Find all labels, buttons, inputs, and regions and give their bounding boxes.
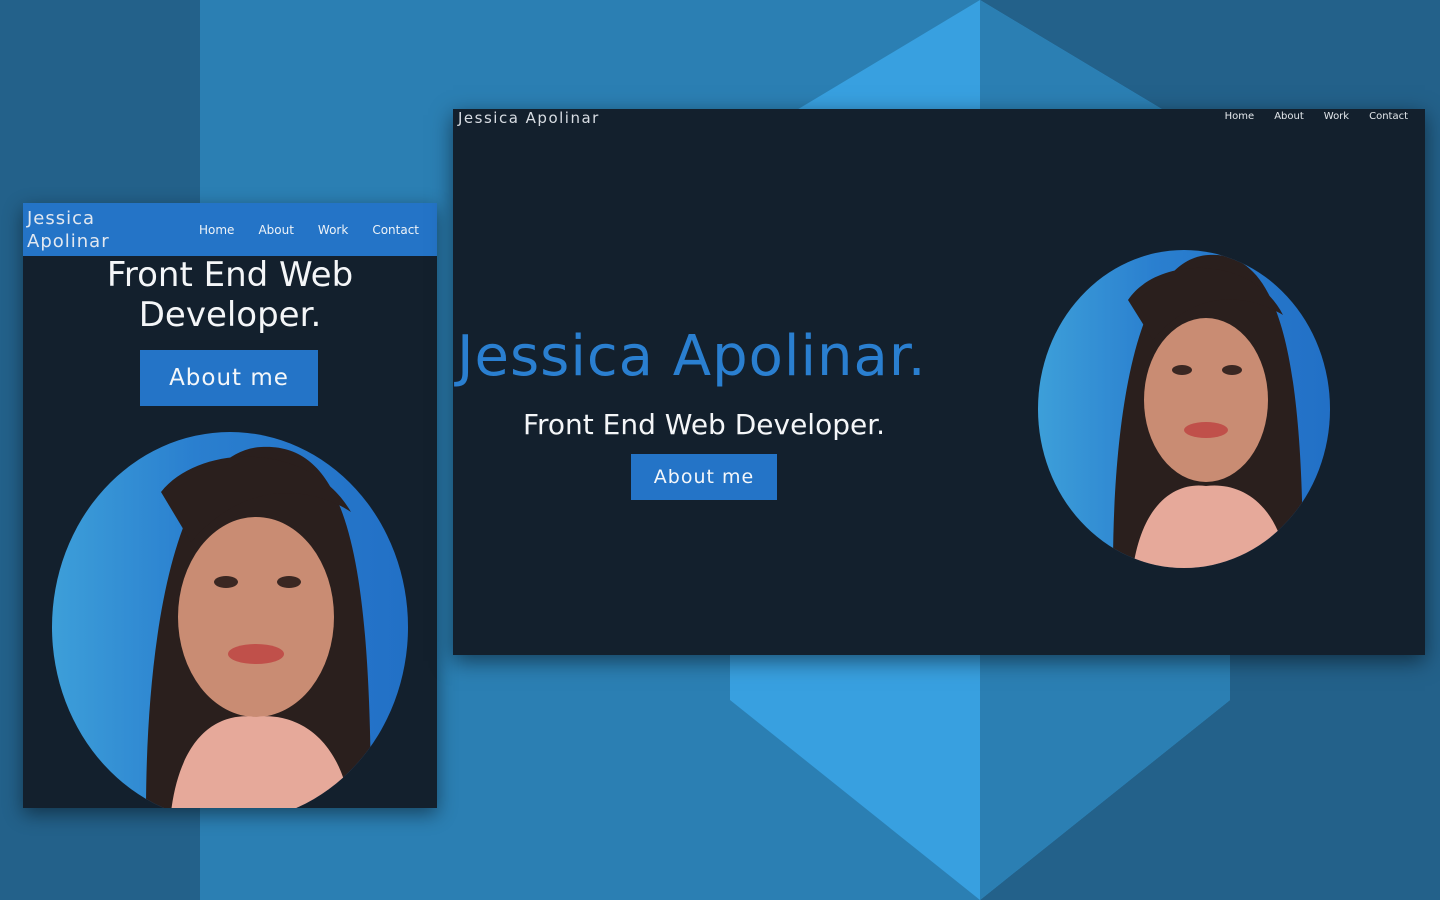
desktop-nav-links: Home About Work Contact	[1225, 111, 1408, 122]
desktop-hero-name: Jessica Apolinar.	[457, 324, 927, 389]
desktop-nav-work[interactable]: Work	[1324, 111, 1349, 122]
desktop-nav-about[interactable]: About	[1274, 111, 1304, 122]
mobile-logo[interactable]: Jessica Apolinar	[27, 207, 137, 253]
mobile-profile-photo	[52, 432, 408, 808]
desktop-profile-photo	[1038, 250, 1330, 568]
desktop-nav-home[interactable]: Home	[1225, 111, 1255, 122]
mobile-nav-work[interactable]: Work	[318, 223, 348, 237]
mobile-about-me-button[interactable]: About me	[140, 350, 318, 406]
desktop-preview: Jessica Apolinar Home About Work Contact…	[453, 109, 1425, 655]
mobile-nav-contact[interactable]: Contact	[372, 223, 419, 237]
desktop-about-me-button[interactable]: About me	[631, 454, 777, 500]
mobile-nav-home[interactable]: Home	[199, 223, 234, 237]
mobile-navbar: Jessica Apolinar Home About Work Contact	[23, 203, 437, 256]
desktop-logo[interactable]: Jessica Apolinar	[458, 109, 600, 127]
desktop-hero-role: Front End Web Developer.	[522, 408, 886, 441]
mobile-preview: Jessica Apolinar Home About Work Contact…	[23, 203, 437, 808]
mobile-nav-links: Home About Work Contact	[199, 223, 419, 237]
desktop-nav-contact[interactable]: Contact	[1369, 111, 1408, 122]
mobile-nav-about[interactable]: About	[258, 223, 293, 237]
mobile-hero-title: Front End Web Developer.	[106, 255, 354, 335]
